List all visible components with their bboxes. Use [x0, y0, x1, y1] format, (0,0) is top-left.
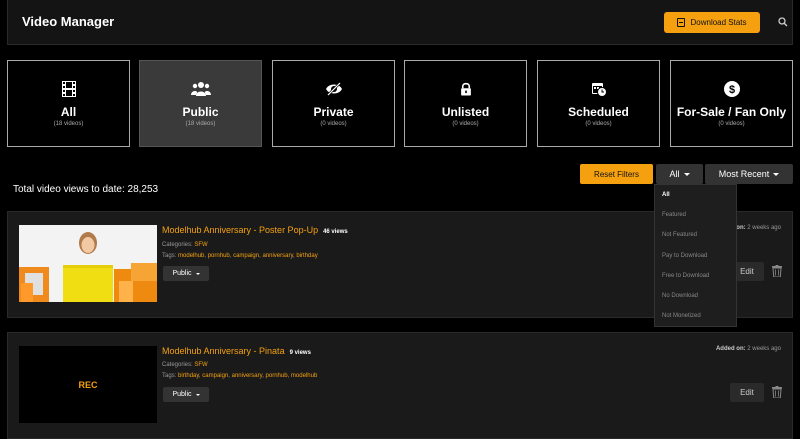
added-value: 2 weeks ago	[747, 225, 781, 231]
tile-name: Public	[182, 105, 219, 119]
filter-dropdown[interactable]: All	[656, 164, 703, 184]
chevron-down-icon	[773, 172, 780, 176]
video-categories: Categories: SFW	[162, 242, 208, 248]
categories-label: Categories:	[162, 242, 193, 248]
header-bar: Video Manager Download Stats	[7, 0, 793, 45]
visibility-dropdown[interactable]: Public	[163, 387, 209, 402]
tile-count: (0 videos)	[320, 121, 347, 127]
tile-scheduled[interactable]: Scheduled (0 videos)	[537, 60, 660, 147]
video-title[interactable]: Modelhub Anniversary - Poster Pop-Up 46 v…	[162, 225, 348, 235]
visibility-label: Public	[172, 270, 192, 277]
tag-link[interactable]: modelhub	[178, 253, 204, 259]
users-icon	[190, 82, 211, 96]
eye-slash-icon	[325, 82, 342, 96]
category-link[interactable]: SFW	[194, 362, 207, 368]
svg-text:$: $	[728, 84, 734, 96]
category-link[interactable]: SFW	[194, 242, 207, 248]
tag-link[interactable]: anniversary	[262, 253, 293, 259]
tile-name: Private	[313, 105, 354, 119]
chevron-down-icon	[683, 172, 690, 176]
added-value: 2 weeks ago	[747, 346, 781, 352]
tag-link[interactable]: pornhub	[266, 373, 288, 379]
search-icon[interactable]	[778, 17, 788, 27]
video-card: REC Modelhub Anniversary - Pinata 9 views…	[7, 332, 793, 439]
menu-item-featured[interactable]: Featured	[655, 205, 736, 225]
categories-label: Categories:	[162, 362, 193, 368]
chevron-down-icon	[195, 272, 200, 275]
download-stats-button[interactable]: Download Stats	[664, 12, 760, 33]
download-stats-label: Download Stats	[690, 18, 747, 27]
tile-private[interactable]: Private (0 videos)	[272, 60, 395, 147]
video-tags: Tags: modelhub, pornhub, campaign, anniv…	[162, 253, 318, 259]
reset-filters-button[interactable]: Reset Filters	[580, 164, 653, 184]
tile-count: (0 videos)	[718, 121, 745, 127]
added-label: Added on:	[715, 346, 746, 352]
menu-item-not-monetized[interactable]: Not Monetized	[655, 306, 736, 326]
tag-link[interactable]: campaign	[233, 253, 259, 259]
menu-item-no-download[interactable]: No Download	[655, 286, 736, 306]
tile-count: (18 videos)	[185, 121, 216, 127]
tag-link[interactable]: pornhub	[208, 253, 230, 259]
menu-item-not-featured[interactable]: Not Featured	[655, 225, 736, 245]
video-title-text: Modelhub Anniversary - Pinata	[162, 346, 285, 356]
video-thumbnail[interactable]: REC	[19, 346, 157, 423]
page-title: Video Manager	[22, 14, 115, 29]
video-title-text: Modelhub Anniversary - Poster Pop-Up	[162, 225, 319, 235]
tile-count: (0 videos)	[452, 121, 479, 127]
video-views: 46 views	[323, 229, 348, 235]
filter-dropdown-menu: All Featured Not Featured Pay to Downloa…	[654, 184, 737, 327]
sort-dropdown-label: Most Recent	[718, 169, 770, 179]
chevron-down-icon	[195, 393, 200, 396]
menu-item-free-to-download[interactable]: Free to Download	[655, 266, 736, 286]
tile-all[interactable]: All (18 videos)	[7, 60, 130, 147]
video-tags: Tags: birthday, campaign, anniversary, p…	[162, 373, 318, 379]
film-icon	[61, 81, 76, 97]
video-title[interactable]: Modelhub Anniversary - Pinata 9 views	[162, 346, 311, 356]
trash-icon[interactable]	[772, 386, 782, 398]
visibility-label: Public	[172, 391, 192, 398]
tag-link[interactable]: birthday	[178, 373, 199, 379]
trash-icon[interactable]	[772, 265, 782, 277]
calendar-clock-icon	[591, 83, 607, 97]
menu-item-all[interactable]: All	[655, 185, 736, 205]
tile-name: All	[60, 105, 77, 119]
tile-count: (0 videos)	[585, 121, 612, 127]
added-date: Added on: 2 weeks ago	[716, 346, 781, 352]
tags-label: Tags:	[162, 253, 177, 259]
tag-link[interactable]: modelhub	[291, 373, 317, 379]
tile-unlisted[interactable]: Unlisted (0 videos)	[404, 60, 527, 147]
tags-label: Tags:	[162, 373, 177, 379]
visibility-dropdown[interactable]: Public	[163, 266, 209, 281]
tile-for-sale[interactable]: $ For-Sale / Fan Only (0 videos)	[670, 60, 793, 147]
lock-icon	[460, 82, 471, 96]
tile-name: Scheduled	[568, 105, 629, 119]
tile-public[interactable]: Public (18 videos)	[139, 60, 262, 147]
edit-button[interactable]: Edit	[730, 383, 764, 402]
video-thumbnail[interactable]	[19, 225, 157, 302]
tile-name: For-Sale / Fan Only	[676, 105, 787, 119]
filter-dropdown-label: All	[669, 169, 680, 179]
video-categories: Categories: SFW	[162, 362, 208, 368]
tag-link[interactable]: anniversary	[232, 373, 263, 379]
file-icon	[677, 18, 686, 27]
total-views-text: Total video views to date: 28,253	[13, 184, 159, 195]
tag-link[interactable]: birthday	[296, 253, 317, 259]
video-views: 9 views	[289, 350, 311, 356]
dollar-icon: $	[723, 81, 740, 97]
thumbnail-image	[19, 225, 157, 302]
sort-dropdown[interactable]: Most Recent	[705, 164, 793, 184]
tile-name: Unlisted	[441, 105, 490, 119]
thumbnail-rec-text: REC	[78, 379, 98, 390]
video-manager-page: Video Manager Download Stats All (18 vid…	[0, 0, 800, 439]
tag-link[interactable]: campaign	[202, 373, 228, 379]
menu-item-pay-to-download[interactable]: Pay to Download	[655, 246, 736, 266]
tile-count: (18 videos)	[53, 121, 84, 127]
